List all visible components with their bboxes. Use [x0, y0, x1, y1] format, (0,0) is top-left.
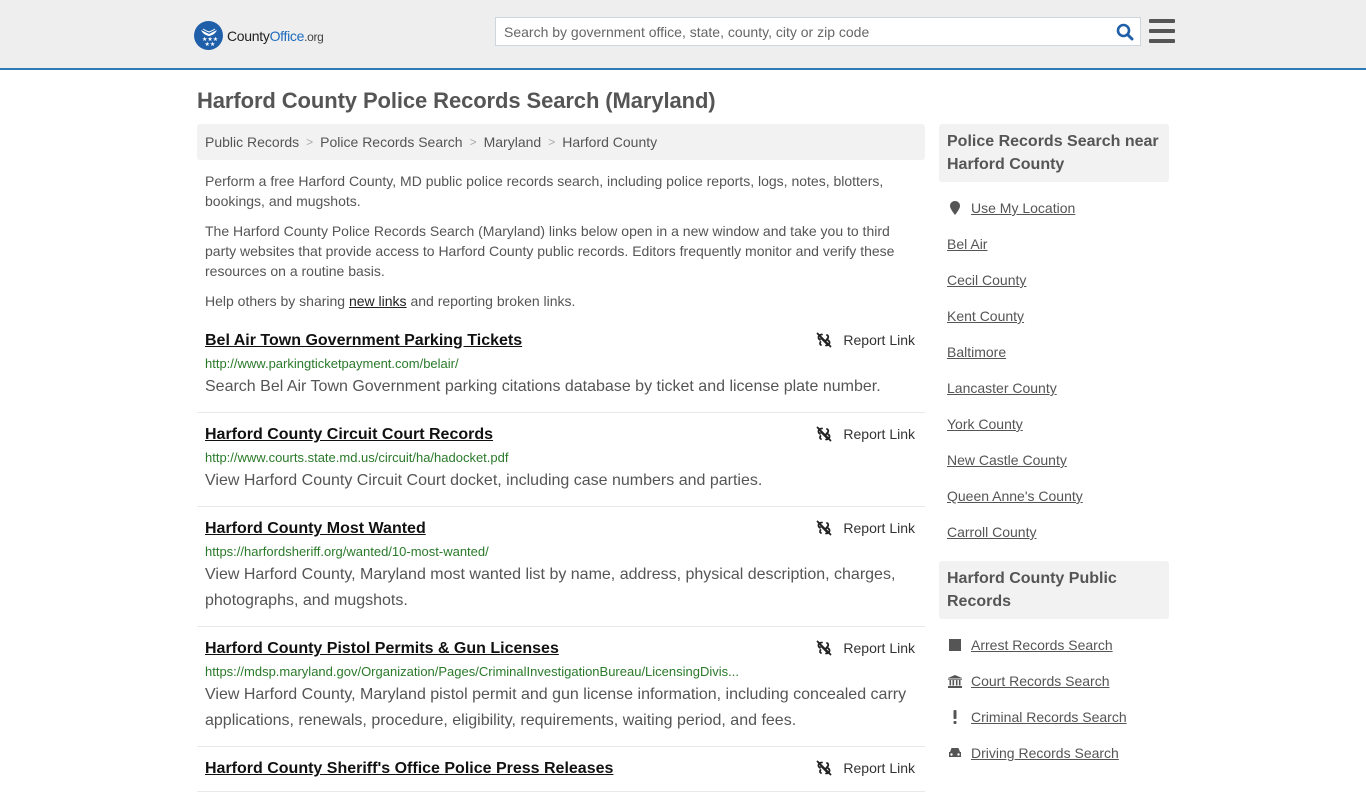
result-description: Search Bel Air Town Government parking c… — [205, 378, 881, 395]
result-title-link[interactable]: Harford County Circuit Court Records — [205, 425, 493, 445]
eagle-stars-logo-icon: ★★★ ★★ — [194, 21, 223, 50]
nearby-item: Cecil County — [947, 271, 1161, 289]
nearby-item: Baltimore — [947, 343, 1161, 361]
criminal-records-search-link[interactable]: Criminal Records Search — [971, 708, 1127, 726]
nearby-item: Queen Anne's County — [947, 487, 1161, 505]
car-icon — [947, 747, 963, 759]
public-records-heading: Harford County Public Records — [939, 561, 1169, 619]
result-title-link[interactable]: Harford County Most Wanted — [205, 519, 426, 539]
nearby-item: Bel Air — [947, 235, 1161, 253]
intro-paragraph-3: Help others by sharing new links and rep… — [205, 293, 576, 309]
nearby-link-bel-air[interactable]: Bel Air — [947, 235, 987, 253]
report-link-button[interactable]: Report Link — [816, 332, 915, 348]
nearby-link-baltimore[interactable]: Baltimore — [947, 343, 1006, 361]
breadcrumb-maryland[interactable]: Maryland — [484, 134, 542, 150]
map-pin-icon — [947, 201, 963, 215]
hamburger-menu-icon-bar — [1149, 39, 1175, 43]
broken-link-icon — [817, 332, 832, 348]
nearby-link-lancaster-county[interactable]: Lancaster County — [947, 379, 1057, 397]
court-records-search-link[interactable]: Court Records Search — [971, 672, 1110, 690]
result-url: http://www.courts.state.md.us/circuit/ha… — [205, 450, 509, 465]
breadcrumb: Public Records > Police Records Search >… — [197, 124, 925, 160]
result-description: View Harford County Circuit Court docket… — [205, 472, 763, 489]
result-title-link[interactable]: Harford County Sheriff's Office Police P… — [205, 759, 613, 779]
nearby-link-new-castle-county[interactable]: New Castle County — [947, 451, 1067, 469]
nearby-item: Lancaster County — [947, 379, 1161, 397]
broken-link-icon — [817, 426, 832, 442]
nearby-link-cecil-county[interactable]: Cecil County — [947, 271, 1026, 289]
result-item: Harford County Sheriff's Office Police P… — [197, 755, 925, 792]
result-url: https://harfordsheriff.org/wanted/10-mos… — [205, 544, 489, 559]
exclamation-icon — [947, 710, 963, 724]
square-icon — [947, 639, 963, 651]
site-logo[interactable]: ★★★ ★★ CountyOffice.org — [194, 21, 324, 50]
results-list: Bel Air Town Government Parking Tickets … — [197, 327, 925, 800]
nearby-link-york-county[interactable]: York County — [947, 415, 1023, 433]
public-records-item: Driving Records Search — [947, 744, 1161, 762]
use-my-location-item: Use My Location — [947, 199, 1161, 217]
nearby-link-kent-county[interactable]: Kent County — [947, 307, 1024, 325]
courthouse-icon — [947, 674, 963, 688]
driving-records-search-link[interactable]: Driving Records Search — [971, 744, 1119, 762]
result-title-link[interactable]: Harford County Pistol Permits & Gun Lice… — [205, 639, 559, 659]
public-records-item: Court Records Search — [947, 672, 1161, 690]
breadcrumb-police-records-search[interactable]: Police Records Search — [320, 134, 462, 150]
breadcrumb-separator: > — [306, 135, 314, 149]
broken-link-icon — [817, 640, 832, 656]
broken-link-icon — [817, 520, 832, 536]
result-item: Harford County Circuit Court Records Rep… — [197, 421, 925, 507]
hamburger-menu-icon-bar — [1149, 19, 1175, 23]
svg-text:★★: ★★ — [204, 41, 215, 47]
page-title: Harford County Police Records Search (Ma… — [197, 88, 716, 113]
intro-text: Perform a free Harford County, MD public… — [205, 171, 917, 321]
nearby-list: Use My Location Bel Air Cecil County Ken… — [939, 182, 1169, 541]
nearby-item: Kent County — [947, 307, 1161, 325]
nearby-item: New Castle County — [947, 451, 1161, 469]
breadcrumb-separator: > — [469, 135, 477, 149]
public-records-list: Arrest Records Search Court Records Sear… — [939, 619, 1169, 762]
public-records-block: Harford County Public Records Arrest Rec… — [939, 561, 1169, 762]
new-links-link[interactable]: new links — [349, 293, 407, 309]
result-url: http://www.parkingticketpayment.com/bela… — [205, 356, 459, 371]
report-link-button[interactable]: Report Link — [816, 426, 915, 442]
result-item: Harford County Pistol Permits & Gun Lice… — [197, 635, 925, 747]
nearby-item: York County — [947, 415, 1161, 433]
result-url: https://mdsp.maryland.gov/Organization/P… — [205, 664, 739, 679]
broken-link-icon — [817, 760, 832, 776]
hamburger-menu-button[interactable] — [1149, 19, 1175, 43]
logo-text: CountyOffice.org — [227, 27, 324, 44]
sidebar: Police Records Search near Harford Count… — [939, 124, 1169, 780]
result-item: Harford County Most Wanted Report Link h… — [197, 515, 925, 627]
breadcrumb-separator: > — [548, 135, 556, 149]
nearby-link-queen-annes-county[interactable]: Queen Anne's County — [947, 487, 1083, 505]
report-link-button[interactable]: Report Link — [816, 640, 915, 656]
nearby-heading: Police Records Search near Harford Count… — [939, 124, 1169, 182]
intro-paragraph-1: Perform a free Harford County, MD public… — [205, 173, 884, 209]
search-button[interactable] — [1110, 18, 1140, 45]
search-box — [495, 17, 1141, 46]
use-my-location-link[interactable]: Use My Location — [971, 199, 1075, 217]
public-records-item: Criminal Records Search — [947, 708, 1161, 726]
intro-paragraph-2: The Harford County Police Records Search… — [205, 223, 895, 279]
top-navigation-bar: ★★★ ★★ CountyOffice.org — [0, 0, 1366, 70]
public-records-item: Arrest Records Search — [947, 636, 1161, 654]
result-item: Bel Air Town Government Parking Tickets … — [197, 327, 925, 413]
arrest-records-search-link[interactable]: Arrest Records Search — [971, 636, 1113, 654]
result-description: View Harford County, Maryland pistol per… — [205, 686, 907, 729]
report-link-button[interactable]: Report Link — [816, 520, 915, 536]
nearby-item: Carroll County — [947, 523, 1161, 541]
breadcrumb-harford-county[interactable]: Harford County — [562, 134, 657, 150]
report-link-button[interactable]: Report Link — [816, 760, 915, 776]
breadcrumb-public-records[interactable]: Public Records — [205, 134, 299, 150]
hamburger-menu-icon-bar — [1149, 29, 1175, 33]
nearby-link-carroll-county[interactable]: Carroll County — [947, 523, 1036, 541]
result-title-link[interactable]: Bel Air Town Government Parking Tickets — [205, 331, 522, 351]
search-input[interactable] — [496, 18, 1110, 45]
search-icon — [1116, 23, 1134, 40]
result-description: View Harford County, Maryland most wante… — [205, 566, 896, 609]
